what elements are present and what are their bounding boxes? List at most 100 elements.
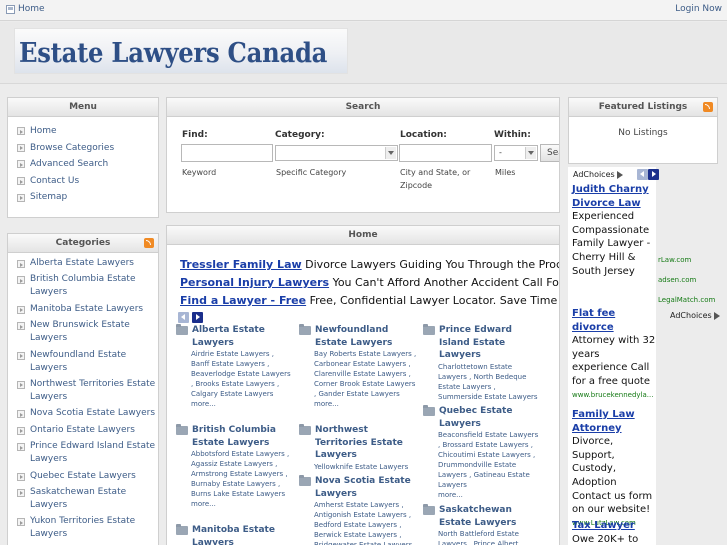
menu-item-sitemap[interactable]: Sitemap <box>17 189 158 206</box>
subcategory-link[interactable]: Burnaby Estate Lawyers <box>191 480 276 488</box>
category-item[interactable]: Yukon Territories Estate Lawyers <box>17 515 158 541</box>
directory-heading[interactable]: Manitoba Estate Lawyers <box>176 524 294 545</box>
menu-item-advanced-search[interactable]: Advanced Search <box>17 156 158 173</box>
sidebar-ad[interactable]: Flat fee divorce Attorney with 32 years e… <box>572 307 656 402</box>
directory-title[interactable]: British Columbia Estate Lawyers <box>192 424 294 449</box>
sidebar-ad-url[interactable]: www.brucekennedyla... <box>572 389 656 403</box>
site-logo[interactable]: Estate Lawyers Canada <box>14 28 348 74</box>
sidebar-ad[interactable]: Tax LawyerOwe 20K+ to the <box>572 519 656 545</box>
subcategory-link[interactable]: Beaconsfield Estate Lawyers <box>438 431 538 439</box>
rss-icon[interactable] <box>144 238 154 248</box>
subcategory-link[interactable]: Abbotsford Estate Lawyers <box>191 450 285 458</box>
separator: , <box>466 372 474 381</box>
directory-title[interactable]: Prince Edward Island Estate Lawyers <box>439 324 541 362</box>
subcategory-link[interactable]: Brooks Estate Lawyers <box>195 380 274 388</box>
category-item[interactable]: Alberta Estate Lawyers <box>17 257 158 270</box>
directory-title[interactable]: Manitoba Estate Lawyers <box>192 524 294 545</box>
ad-next-button[interactable] <box>648 169 659 180</box>
subcategory-link[interactable]: Burns Lake Estate Lawyers <box>191 490 285 498</box>
subcategory-link[interactable]: Chicoutimi Estate Lawyers <box>438 451 531 459</box>
directory-title[interactable]: Northwest Territories Estate Lawyers <box>315 424 417 462</box>
subcategory-link[interactable]: Yellowknife Estate Lawyers <box>314 463 408 471</box>
category-item[interactable]: New Brunswick Estate Lawyers <box>17 319 158 345</box>
category-item[interactable]: Quebec Estate Lawyers <box>17 470 158 483</box>
subcategory-link[interactable]: Airdrie Estate Lawyers <box>191 350 270 358</box>
subcategory-link[interactable]: Clarenville Estate Lawyers <box>314 370 406 378</box>
ad-title[interactable]: Tressler Family Law <box>180 258 302 271</box>
within-select[interactable]: - <box>494 145 538 161</box>
subcategory-link[interactable]: Antigonish Estate Lawyers <box>314 511 407 519</box>
directory-heading[interactable]: Saskatchewan Estate Lawyers <box>423 504 541 529</box>
text-ad[interactable]: Personal Injury Lawyers You Can't Afford… <box>180 276 559 290</box>
directory-title[interactable]: Alberta Estate Lawyers <box>192 324 294 349</box>
subcategory-link[interactable]: Gander Estate Lawyers <box>318 390 399 398</box>
directory-title[interactable]: Newfoundland Estate Lawyers <box>315 324 417 349</box>
category-item[interactable]: Newfoundland Estate Lawyers <box>17 349 158 375</box>
subcategory-link[interactable]: Amherst Estate Lawyers <box>314 501 399 509</box>
ad-prev-button[interactable] <box>637 169 648 180</box>
menu-item-home[interactable]: Home <box>17 123 158 140</box>
sidebar-ad-title[interactable]: Judith Charny Divorce Law <box>572 183 656 210</box>
category-item[interactable]: Northwest Territories Estate Lawyers <box>17 378 158 404</box>
sidebar-ad-title[interactable]: Tax Lawyer <box>572 519 656 533</box>
more-link[interactable]: more... <box>191 400 216 408</box>
category-item[interactable]: Manitoba Estate Lawyers <box>17 303 158 316</box>
directory-heading[interactable]: Nova Scotia Estate Lawyers <box>299 475 417 500</box>
category-item[interactable]: Prince Edward Island Estate Lawyers <box>17 440 158 466</box>
category-item[interactable]: Saskatchewan Estate Lawyers <box>17 486 158 512</box>
menu-item-browse-categories[interactable]: Browse Categories <box>17 140 158 157</box>
ad-title[interactable]: Personal Injury Lawyers <box>180 276 329 289</box>
category-select[interactable] <box>275 145 398 161</box>
adchoices-badge[interactable]: AdChoices <box>670 311 720 320</box>
sidebar-ad[interactable]: Judith Charny Divorce Law Experienced Com… <box>572 183 656 278</box>
directory-heading[interactable]: British Columbia Estate Lawyers <box>176 424 294 449</box>
search-button[interactable]: Search <box>540 144 559 162</box>
subcategory-link[interactable]: Bay Roberts Estate Lawyers <box>314 350 412 358</box>
directory-heading[interactable]: Northwest Territories Estate Lawyers <box>299 424 417 462</box>
subcategory-link[interactable]: Carbonear Estate Lawyers <box>314 360 406 368</box>
sidebar-ad[interactable]: Family Law Attorney Divorce, Support, Cus… <box>572 408 656 530</box>
ad-title[interactable]: Find a Lawyer - Free <box>180 294 306 307</box>
adchoices-badge[interactable]: AdChoices <box>573 170 623 179</box>
directory-heading[interactable]: Newfoundland Estate Lawyers <box>299 324 417 349</box>
ad-url[interactable]: adsen.com <box>658 270 727 290</box>
subcategory-link[interactable]: Banff Estate Lawyers <box>191 360 265 368</box>
directory-title[interactable]: Quebec Estate Lawyers <box>439 405 541 430</box>
location-input[interactable] <box>399 144 492 162</box>
keyword-input[interactable] <box>181 144 273 162</box>
sidebar-ad-title[interactable]: Family Law Attorney <box>572 408 656 435</box>
ad-next-button[interactable] <box>192 312 203 323</box>
subcategory-link[interactable]: Corner Brook Estate Lawyers <box>314 380 415 388</box>
subcategory-link[interactable]: Bridgewater Estate Lawyers <box>314 541 412 545</box>
top-home-link[interactable]: Home <box>6 4 45 14</box>
menu-item-contact-us[interactable]: Contact Us <box>17 173 158 190</box>
subcategory-link[interactable]: Prince Albert <box>474 540 519 545</box>
more-link[interactable]: more... <box>314 400 339 408</box>
rss-icon[interactable] <box>703 102 713 112</box>
subcategory-link[interactable]: Calgary Estate Lawyers <box>191 390 273 398</box>
category-item[interactable]: Nova Scotia Estate Lawyers <box>17 407 158 420</box>
directory-heading[interactable]: Quebec Estate Lawyers <box>423 405 541 430</box>
subcategory-link[interactable]: Bedford Estate Lawyers <box>314 521 397 529</box>
ad-url[interactable]: rLaw.com <box>658 250 727 270</box>
more-link[interactable]: more... <box>191 500 216 508</box>
sidebar-ad-title[interactable]: Flat fee divorce <box>572 307 656 334</box>
directory-title[interactable]: Saskatchewan Estate Lawyers <box>439 504 541 529</box>
subcategory-link[interactable]: Brossard Estate Lawyers <box>442 441 528 449</box>
subcategory-link[interactable]: Armstrong Estate Lawyers <box>191 470 283 478</box>
ad-url[interactable]: LegalMatch.com <box>658 290 727 310</box>
text-ad[interactable]: Tressler Family Law Divorce Lawyers Guid… <box>180 258 559 272</box>
directory-heading[interactable]: Prince Edward Island Estate Lawyers <box>423 324 541 362</box>
subcategory-link[interactable]: Agassiz Estate Lawyers <box>191 460 273 468</box>
category-item[interactable]: British Columbia Estate Lawyers <box>17 273 158 299</box>
subcategory-link[interactable]: Summerside Estate Lawyers <box>438 393 538 401</box>
login-link[interactable]: Login Now <box>675 4 722 14</box>
ad-prev-button[interactable] <box>178 312 189 323</box>
text-ad[interactable]: Find a Lawyer - Free Free, Confidential … <box>180 294 559 308</box>
directory-heading[interactable]: Alberta Estate Lawyers <box>176 324 294 349</box>
directory-title[interactable]: Nova Scotia Estate Lawyers <box>315 475 417 500</box>
subcategory-link[interactable]: Berwick Estate Lawyers <box>314 531 397 539</box>
subcategory-link[interactable]: Beaverlodge Estate Lawyers <box>191 370 291 378</box>
category-item[interactable]: Ontario Estate Lawyers <box>17 424 158 437</box>
more-link[interactable]: more... <box>438 491 463 499</box>
